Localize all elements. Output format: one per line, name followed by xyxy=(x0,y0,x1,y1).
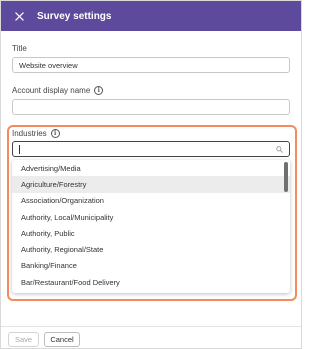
industries-label: Industries i xyxy=(12,129,60,138)
dropdown-scrollbar[interactable] xyxy=(284,162,288,192)
industries-dropdown[interactable]: Advertising/Media Agriculture/Forestry A… xyxy=(12,160,290,293)
title-label: Title xyxy=(12,44,27,53)
info-icon[interactable]: i xyxy=(94,86,104,95)
survey-settings-panel: Survey settings Title Website overview A… xyxy=(0,0,302,349)
industry-option[interactable]: Advertising/Media xyxy=(12,160,290,176)
industry-option[interactable]: Banking/Finance xyxy=(12,258,290,274)
industry-option[interactable]: Authority, Local/Municipality xyxy=(12,209,290,225)
title-label-text: Title xyxy=(12,44,27,53)
industry-option[interactable]: Association/Organization xyxy=(12,193,290,209)
close-icon xyxy=(14,11,24,21)
panel-title: Survey settings xyxy=(37,10,112,22)
industry-option[interactable]: Agriculture/Forestry xyxy=(12,176,290,193)
info-icon[interactable]: i xyxy=(50,129,60,138)
industries-search-input[interactable] xyxy=(12,141,290,157)
account-label-text: Account display name xyxy=(12,86,91,95)
close-button[interactable] xyxy=(5,1,33,31)
account-display-name-label: Account display name i xyxy=(12,86,104,95)
search-icon xyxy=(276,146,283,153)
industry-option[interactable]: Authority, Public xyxy=(12,225,290,241)
text-cursor xyxy=(19,144,20,154)
panel-header: Survey settings xyxy=(1,1,301,31)
industry-option[interactable]: Authority, Regional/State xyxy=(12,241,290,257)
save-button[interactable]: Save xyxy=(8,332,39,347)
account-display-name-input[interactable] xyxy=(12,99,290,115)
cancel-button[interactable]: Cancel xyxy=(44,332,80,347)
title-input-value: Website overview xyxy=(19,60,78,70)
title-input[interactable]: Website overview xyxy=(12,57,290,73)
industry-option[interactable]: Bar/Restaurant/Food Delivery xyxy=(12,274,290,290)
industries-label-text: Industries xyxy=(12,129,47,138)
